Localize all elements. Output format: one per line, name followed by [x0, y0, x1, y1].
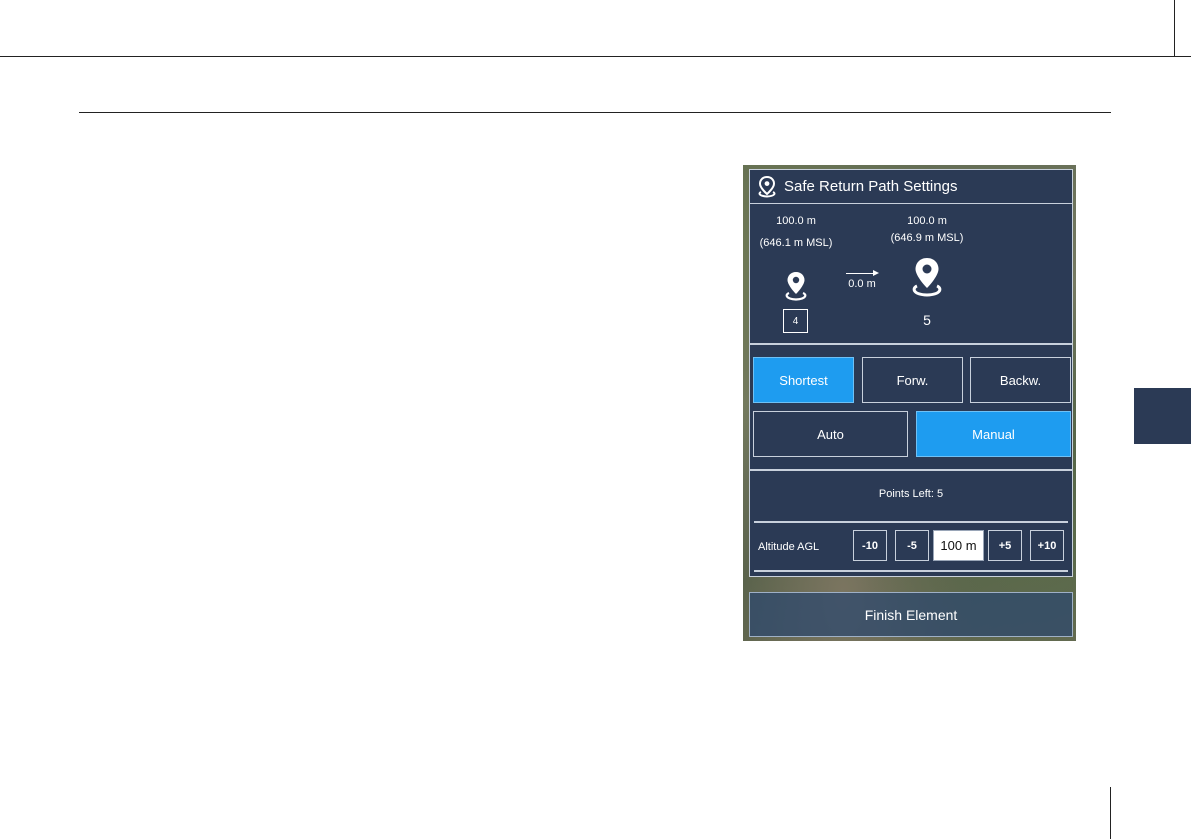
finish-element-button[interactable]: Finish Element: [749, 592, 1073, 637]
shortest-button[interactable]: Shortest: [753, 357, 854, 403]
altitude-plus-10-button[interactable]: +10: [1030, 530, 1064, 561]
chapter-tab: [1134, 388, 1191, 444]
altitude-divider: [754, 570, 1068, 572]
altitude-minus-10-button[interactable]: -10: [853, 530, 887, 561]
from-waypoint-index[interactable]: 4: [783, 309, 808, 333]
location-pin-icon: [758, 175, 776, 198]
to-waypoint-index: 5: [923, 312, 931, 328]
from-waypoint-icon: [785, 272, 807, 301]
to-waypoint-icon: [912, 258, 942, 297]
direction-arrow-head: [873, 270, 879, 276]
top-vertical-rule: [1174, 0, 1175, 56]
section-rule: [79, 112, 1111, 113]
forward-button[interactable]: Forw.: [862, 357, 963, 403]
altitude-agl-label: Altitude AGL: [758, 541, 820, 553]
altitude-plus-5-button[interactable]: +5: [988, 530, 1022, 561]
app-screenshot: Safe Return Path Settings 100.0 m (646.1…: [743, 165, 1076, 641]
altitude-minus-5-button[interactable]: -5: [895, 530, 929, 561]
to-msl: (646.9 m MSL): [890, 232, 964, 244]
auto-button[interactable]: Auto: [753, 411, 908, 457]
mode-divider: [750, 469, 1072, 471]
safe-return-path-panel: Safe Return Path Settings 100.0 m (646.1…: [749, 169, 1073, 577]
backward-button[interactable]: Backw.: [970, 357, 1071, 403]
altitude-agl-input[interactable]: [933, 530, 984, 561]
direction-arrow: [846, 273, 876, 274]
waypoint-summary: 100.0 m (646.1 m MSL) 0.0 m 100.0 m (646…: [750, 204, 1072, 345]
top-rule: [0, 56, 1191, 57]
panel-header: Safe Return Path Settings: [750, 170, 1072, 204]
panel-title: Safe Return Path Settings: [784, 178, 958, 195]
points-left: Points Left: 5: [878, 488, 944, 500]
bottom-vertical-rule: [1110, 787, 1111, 839]
from-msl: (646.1 m MSL): [759, 237, 833, 249]
from-altitude: 100.0 m: [776, 215, 816, 227]
segment-distance: 0.0 m: [848, 278, 876, 290]
manual-page: Safe Return Path Settings 100.0 m (646.1…: [0, 0, 1191, 839]
manual-button[interactable]: Manual: [916, 411, 1071, 457]
points-divider: [754, 521, 1068, 523]
